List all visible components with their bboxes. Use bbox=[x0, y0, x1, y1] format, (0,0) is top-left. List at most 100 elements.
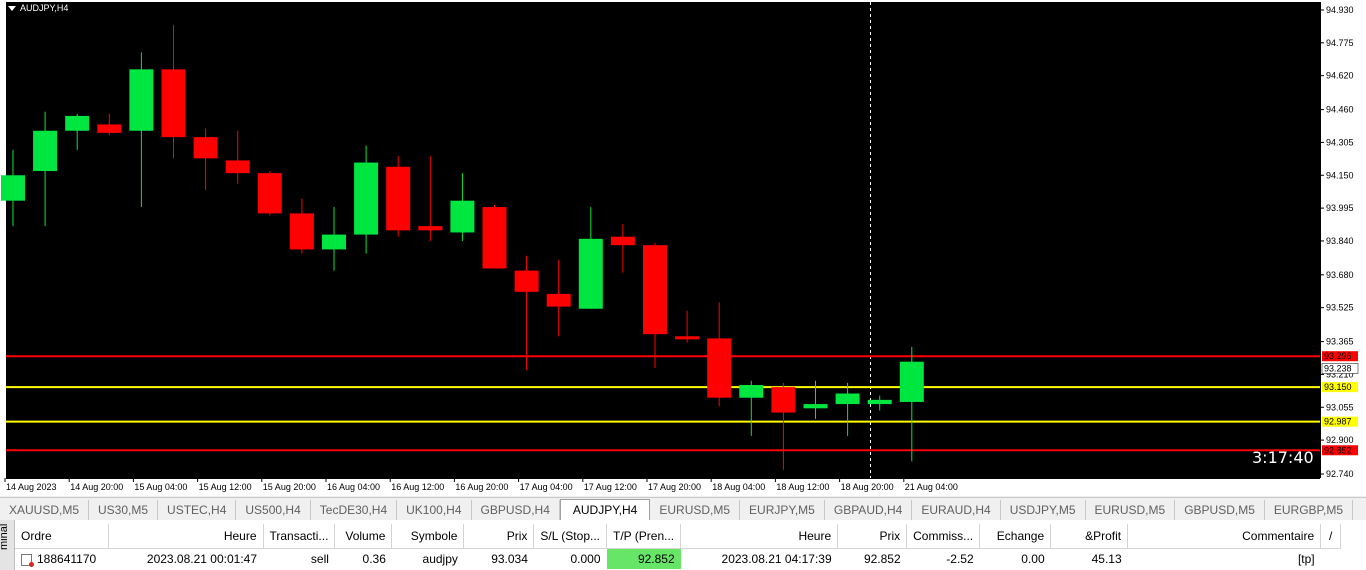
price-tick-label: 92.900 bbox=[1326, 435, 1354, 445]
time-tick-label: 14 Aug 2023 bbox=[6, 482, 57, 492]
chart-tab[interactable]: USDJPY,M5 bbox=[1001, 500, 1086, 520]
price-tick-label: 93.055 bbox=[1326, 402, 1354, 412]
candle-body bbox=[161, 69, 186, 138]
time-tick-label: 14 Aug 20:00 bbox=[70, 482, 123, 492]
swap-cell: 0.00 bbox=[1021, 552, 1045, 566]
column-header[interactable]: Commiss... bbox=[906, 524, 981, 549]
candle-body bbox=[482, 207, 507, 269]
type-cell: sell bbox=[310, 552, 329, 566]
time-tick-label: 16 Aug 04:00 bbox=[327, 482, 380, 492]
spacer-cell bbox=[1321, 549, 1341, 570]
column-header[interactable]: Heure bbox=[680, 524, 839, 549]
time-tick-label: 18 Aug 12:00 bbox=[776, 482, 829, 492]
chart-tab[interactable]: EURUSD,M5 bbox=[650, 500, 741, 520]
candle-body bbox=[354, 162, 379, 235]
chart-tab[interactable]: XAUUSD,M5 bbox=[0, 500, 90, 520]
candle-body bbox=[707, 338, 732, 398]
dropdown-triangle-icon[interactable] bbox=[8, 5, 16, 11]
candle-body bbox=[386, 166, 411, 231]
chart-tab[interactable]: US30,M5 bbox=[89, 500, 159, 520]
chart-tab[interactable]: TecDE30,H4 bbox=[311, 500, 398, 520]
price-chart[interactable]: 94.930 94.775 94.620 94.460 94.305 94.150 93.9… bbox=[0, 0, 1366, 496]
symbol-title-text: AUDJPY,H4 bbox=[20, 3, 69, 13]
price-level-label: 92.852 bbox=[1324, 445, 1352, 455]
current-price-label: 93.238 bbox=[1324, 363, 1352, 373]
column-header[interactable]: T/P (Pren... bbox=[606, 524, 682, 549]
order-cell: 188641170 bbox=[15, 549, 108, 570]
table-row[interactable]: 188641170 2023.08.21 00:01:47 sell 0.36 … bbox=[15, 548, 1341, 570]
price-tick-label: 94.460 bbox=[1326, 105, 1354, 115]
candle-body bbox=[418, 226, 443, 231]
column-header[interactable]: Commentaire bbox=[1127, 524, 1322, 549]
close-time-cell: 2023.08.21 04:17:39 bbox=[721, 552, 832, 566]
candle-body bbox=[225, 160, 250, 174]
chart-tab[interactable]: EURUSD,M5 bbox=[1086, 500, 1176, 520]
open-time-cell: 2023.08.21 00:01:47 bbox=[146, 552, 257, 566]
chart-tab[interactable]: GBPUSD,H4 bbox=[472, 500, 560, 520]
candle-body bbox=[610, 236, 635, 246]
chart-tab[interactable]: GBPUSD,M5 bbox=[1175, 500, 1265, 520]
chart-tab[interactable]: UK100,H4 bbox=[397, 500, 472, 520]
candle-body bbox=[771, 387, 796, 413]
profit-cell: 45.13 bbox=[1091, 552, 1122, 566]
symbol-cell: audjpy bbox=[422, 552, 458, 566]
column-header[interactable]: &Profit bbox=[1050, 524, 1129, 549]
order-id: 188641170 bbox=[37, 552, 97, 566]
terminal-side-label: minal bbox=[0, 523, 10, 550]
time-tick-label: 18 Aug 04:00 bbox=[712, 482, 765, 492]
column-header[interactable]: S/L (Stop... bbox=[533, 524, 607, 549]
candle-body bbox=[899, 361, 924, 402]
column-header[interactable]: Volume bbox=[334, 524, 393, 549]
column-header[interactable]: / bbox=[1320, 524, 1342, 549]
price-tick-label: 93.995 bbox=[1326, 203, 1354, 213]
candle-body bbox=[867, 399, 892, 405]
price-level-label: 92.987 bbox=[1324, 417, 1352, 427]
volume-cell: 0.36 bbox=[362, 552, 386, 566]
chart-tab[interactable]: US500,H4 bbox=[236, 500, 311, 520]
chart-tab[interactable]: USTEC,H4 bbox=[158, 500, 237, 520]
candle-body bbox=[33, 130, 58, 172]
time-tick-label: 16 Aug 20:00 bbox=[455, 482, 508, 492]
column-header[interactable]: Heure bbox=[108, 524, 264, 549]
close-price-cell: 92.852 bbox=[863, 552, 901, 566]
chart-tab[interactable]: GBPAUD,H4 bbox=[825, 500, 913, 520]
column-header[interactable]: Transacti... bbox=[263, 524, 336, 549]
candle-body bbox=[643, 245, 667, 335]
time-tick-label: 15 Aug 12:00 bbox=[199, 482, 252, 492]
chart-area[interactable]: 94.930 94.775 94.620 94.460 94.305 94.150 93.9… bbox=[0, 0, 1366, 496]
candle-body bbox=[514, 270, 539, 292]
price-tick-label: 94.150 bbox=[1326, 170, 1354, 180]
time-tick-label: 17 Aug 20:00 bbox=[648, 482, 701, 492]
column-header[interactable]: Prix bbox=[463, 524, 535, 549]
terminal-side-tab[interactable]: minal bbox=[0, 520, 15, 570]
time-tick-label: 15 Aug 04:00 bbox=[134, 482, 187, 492]
candle-body bbox=[546, 293, 571, 307]
candle-body bbox=[322, 234, 346, 250]
candle-body bbox=[739, 385, 764, 398]
candle-body bbox=[97, 124, 122, 133]
column-header[interactable]: Ordre bbox=[15, 524, 109, 549]
symbol-title: AUDJPY,H4 bbox=[8, 3, 68, 13]
time-tick-label: 16 Aug 12:00 bbox=[391, 482, 444, 492]
candle-body bbox=[578, 238, 603, 309]
price-tick-label: 93.525 bbox=[1326, 303, 1354, 313]
column-header[interactable]: Symbole bbox=[391, 524, 465, 549]
terminal-panel: minal Ordre Heure Transacti... Volume Sy… bbox=[0, 520, 1366, 570]
chart-tab[interactable]: EURAUD,H4 bbox=[912, 500, 1001, 520]
price-level-label: 93.296 bbox=[1324, 351, 1352, 361]
candle-body bbox=[289, 213, 314, 250]
history-table: Ordre Heure Transacti... Volume Symbole … bbox=[15, 524, 1342, 570]
chart-tab[interactable]: EURJPY,M5 bbox=[740, 500, 825, 520]
comment-cell: [tp] bbox=[1297, 552, 1315, 566]
candle-body bbox=[65, 115, 90, 131]
time-tick-label: 17 Aug 04:00 bbox=[520, 482, 573, 492]
time-tick-label: 18 Aug 20:00 bbox=[841, 482, 894, 492]
chart-tab[interactable]: AUDJPY,H4 bbox=[559, 499, 651, 520]
plot-background bbox=[6, 2, 1320, 478]
chart-tab[interactable]: EURGBP,M5 bbox=[1265, 500, 1354, 520]
column-header[interactable]: Prix bbox=[837, 524, 908, 549]
open-price-cell: 93.034 bbox=[491, 552, 528, 566]
stop-loss-cell: 0.000 bbox=[570, 552, 601, 566]
column-header[interactable]: Echange bbox=[979, 524, 1052, 549]
candle-body bbox=[129, 69, 154, 131]
